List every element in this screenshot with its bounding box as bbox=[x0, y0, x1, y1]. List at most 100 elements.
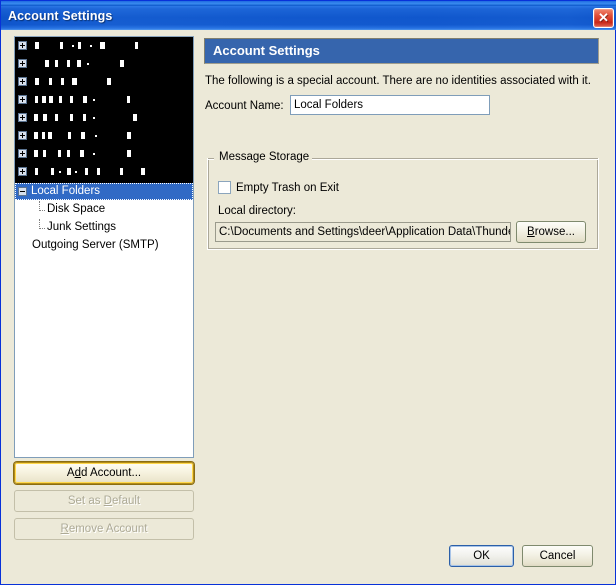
redacted-text-fragment bbox=[87, 63, 89, 65]
tree-expand-plus-icon[interactable] bbox=[18, 77, 27, 86]
redacted-text-fragment bbox=[49, 96, 53, 103]
redacted-text-fragment bbox=[78, 42, 81, 49]
redacted-account-row[interactable] bbox=[15, 73, 193, 91]
tree-item-label: Local Folders bbox=[31, 185, 101, 197]
redacted-text-fragment bbox=[70, 96, 73, 103]
tree-item-label: Outgoing Server (SMTP) bbox=[32, 239, 159, 251]
tree-expand-plus-icon[interactable] bbox=[18, 167, 27, 176]
tree-expand-plus-icon[interactable] bbox=[18, 149, 27, 158]
redacted-text-fragment bbox=[72, 45, 74, 47]
tree-connector-line bbox=[39, 201, 41, 211]
redacted-text-fragment bbox=[43, 150, 46, 157]
group-top-line-right bbox=[304, 158, 598, 160]
set-default-accelerator: D bbox=[103, 495, 112, 507]
redacted-text-fragment bbox=[58, 150, 61, 157]
tree-expand-plus-icon[interactable] bbox=[18, 131, 27, 140]
redacted-text-fragment bbox=[95, 135, 97, 137]
group-top-line-left bbox=[208, 158, 214, 160]
remove-account-label-post: emove Account bbox=[68, 523, 148, 535]
close-icon: ✕ bbox=[598, 10, 609, 25]
account-settings-dialog: Account Settings ✕ Local Folders Disk Spa… bbox=[0, 0, 616, 585]
redacted-text-fragment bbox=[93, 99, 95, 101]
redacted-text-fragment bbox=[59, 171, 61, 173]
remove-account-button[interactable]: Remove Account bbox=[14, 518, 194, 540]
tree-item-local-folders[interactable]: Local Folders bbox=[15, 183, 193, 200]
redacted-text-fragment bbox=[127, 150, 131, 157]
redacted-text-fragment bbox=[51, 168, 54, 175]
redacted-account-row[interactable] bbox=[15, 127, 193, 145]
tree-item-label: Junk Settings bbox=[47, 221, 117, 233]
redacted-text-fragment bbox=[100, 42, 105, 49]
redacted-text-fragment bbox=[83, 114, 86, 121]
tree-expand-plus-icon[interactable] bbox=[18, 41, 27, 50]
redacted-text-fragment bbox=[141, 168, 145, 175]
empty-trash-label-pre: Empty Trash on E bbox=[236, 182, 328, 194]
cancel-button[interactable]: Cancel bbox=[522, 545, 593, 567]
dialog-client-area: Local Folders Disk Space Junk Settings Outg… bbox=[1, 30, 615, 584]
redacted-text-fragment bbox=[60, 42, 63, 49]
redacted-text-fragment bbox=[120, 60, 124, 67]
redacted-text-fragment bbox=[35, 168, 38, 175]
tree-expand-plus-icon[interactable] bbox=[18, 59, 27, 68]
add-account-button[interactable]: Add Account... bbox=[14, 462, 194, 484]
redacted-text-fragment bbox=[77, 60, 81, 67]
redacted-text-fragment bbox=[67, 150, 70, 157]
browse-button[interactable]: Browse... bbox=[516, 221, 586, 243]
redacted-text-fragment bbox=[93, 153, 95, 155]
redacted-account-row[interactable] bbox=[15, 37, 193, 55]
accounts-tree[interactable]: Local Folders Disk Space Junk Settings Outg… bbox=[14, 36, 194, 458]
pane-header: Account Settings bbox=[204, 38, 599, 64]
redacted-text-fragment bbox=[45, 60, 49, 67]
browse-accelerator: B bbox=[527, 226, 535, 238]
redacted-text-fragment bbox=[43, 114, 47, 121]
redacted-text-fragment bbox=[68, 132, 71, 139]
redacted-text-fragment bbox=[55, 60, 58, 67]
redacted-text-fragment bbox=[85, 168, 88, 175]
redacted-text-fragment bbox=[48, 132, 52, 139]
remove-account-accelerator: R bbox=[60, 523, 69, 535]
redacted-text-fragment bbox=[120, 168, 123, 175]
redacted-text-fragment bbox=[55, 114, 58, 121]
redacted-text-fragment bbox=[97, 168, 100, 175]
tree-expand-plus-icon[interactable] bbox=[18, 95, 27, 104]
tree-expand-plus-icon[interactable] bbox=[18, 113, 27, 122]
account-name-label-post: ame: bbox=[258, 100, 284, 112]
pane-description: The following is a special account. Ther… bbox=[205, 75, 591, 87]
close-button[interactable]: ✕ bbox=[593, 8, 614, 28]
tree-item-disk-space[interactable]: Disk Space bbox=[15, 201, 193, 218]
empty-trash-checkbox[interactable] bbox=[218, 181, 231, 194]
title-bar[interactable]: Account Settings ✕ bbox=[1, 6, 616, 30]
account-name-input[interactable]: Local Folders bbox=[290, 95, 490, 115]
redacted-account-row[interactable] bbox=[15, 163, 193, 181]
tree-collapse-minus-icon[interactable] bbox=[18, 187, 27, 196]
redacted-account-row[interactable] bbox=[15, 91, 193, 109]
tree-item-outgoing-server-smtp[interactable]: Outgoing Server (SMTP) bbox=[15, 237, 193, 254]
local-directory-input[interactable]: C:\Documents and Settings\deer\Applicati… bbox=[215, 222, 511, 242]
redacted-account-row[interactable] bbox=[15, 145, 193, 163]
local-directory-label-post: ocal directory: bbox=[224, 205, 296, 217]
ok-button[interactable]: OK bbox=[449, 545, 514, 567]
redacted-text-fragment bbox=[90, 45, 92, 47]
redacted-text-fragment bbox=[42, 96, 46, 103]
add-account-label-post: d Account... bbox=[80, 467, 142, 479]
redacted-text-fragment bbox=[127, 132, 131, 139]
empty-trash-label[interactable]: Empty Trash on Exit bbox=[236, 182, 339, 194]
redacted-text-fragment bbox=[72, 78, 77, 85]
account-name-accelerator: N bbox=[249, 100, 259, 112]
redacted-text-fragment bbox=[127, 96, 130, 103]
redacted-text-fragment bbox=[107, 78, 111, 85]
redacted-text-fragment bbox=[70, 114, 73, 121]
redacted-account-row[interactable] bbox=[15, 55, 193, 73]
redacted-text-fragment bbox=[34, 114, 38, 121]
redacted-text-fragment bbox=[61, 78, 64, 85]
tree-item-label: Disk Space bbox=[47, 203, 106, 215]
tree-connector-line bbox=[39, 219, 41, 229]
tree-item-junk-settings[interactable]: Junk Settings bbox=[15, 219, 193, 236]
group-title: Message Storage bbox=[216, 151, 313, 163]
window-title: Account Settings bbox=[8, 9, 113, 23]
redacted-text-fragment bbox=[75, 171, 77, 173]
redacted-text-fragment bbox=[34, 132, 38, 139]
redacted-account-row[interactable] bbox=[15, 109, 193, 127]
set-as-default-button[interactable]: Set as Default bbox=[14, 490, 194, 512]
set-default-label-post: efault bbox=[111, 495, 141, 507]
